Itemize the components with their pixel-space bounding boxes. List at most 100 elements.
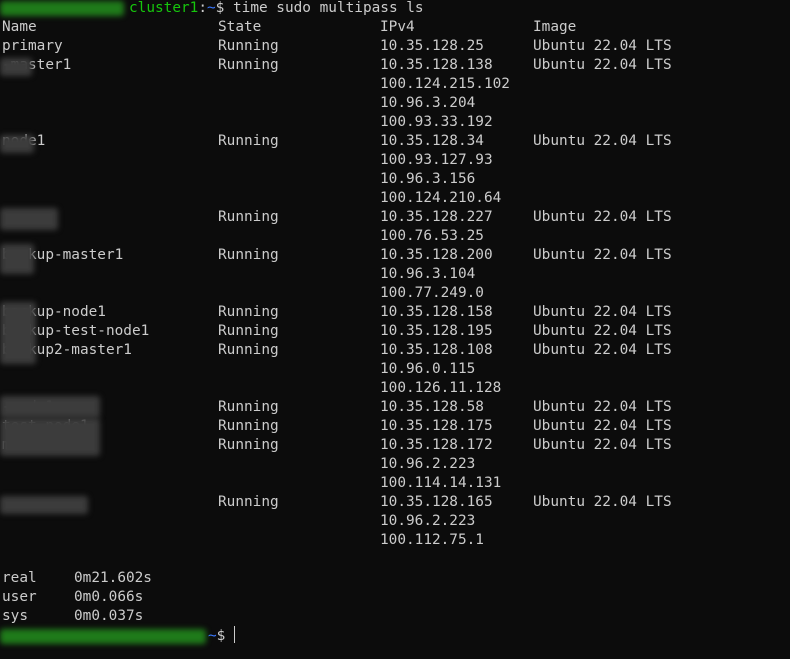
table-row: Running 10.35.128.227 Ubuntu 22.04 LTS [0,208,790,227]
instance-ipv4: 10.35.128.25 [380,38,484,54]
instance-ipv4: 10.35.128.195 [380,323,493,339]
prompt-host: cluster1 [129,0,199,16]
timing-label: user [2,589,37,605]
timing-value: 0m0.066s [74,589,144,605]
table-row: 100.112.75.1 [0,531,790,550]
instance-ipv4: 10.35.128.175 [380,418,493,434]
table-row: 10.96.0.115 [0,360,790,379]
prompt-separator: : [198,0,207,16]
table-row: backup-node1 Running 10.35.128.158 Ubuntu 2… [0,303,790,322]
instance-ipv4: 100.93.127.93 [380,152,493,168]
table-row: -master1 Running 10.35.128.138 Ubuntu 22.04… [0,56,790,75]
timing-value: 0m21.602s [74,570,152,586]
table-row: 10.96.2.223 [0,512,790,531]
instance-ipv4: 10.96.3.104 [380,266,476,282]
header-state: State [218,19,262,35]
instance-image: Ubuntu 22.04 LTS [533,494,672,510]
instance-state: Running [218,418,279,434]
redacted-name [0,302,36,364]
instance-state: Running [218,133,279,149]
timing-sys: sys 0m0.037s [0,607,790,626]
instance-state: Running [218,38,279,54]
table-row: 100.126.11.128 [0,379,790,398]
input-prompt-line[interactable]: ~$ [0,626,790,645]
instance-image: Ubuntu 22.04 LTS [533,437,672,453]
instance-image: Ubuntu 22.04 LTS [533,323,672,339]
instance-ipv4: 10.35.128.227 [380,209,493,225]
final-prompt: ~$ [208,626,235,646]
timing-value: 0m0.037s [74,608,144,624]
redacted-name [0,135,34,153]
instance-state: Running [218,323,279,339]
instance-image: Ubuntu 22.04 LTS [533,57,672,73]
instance-image: Ubuntu 22.04 LTS [533,209,672,225]
instance-ipv4: 100.112.75.1 [380,532,484,548]
final-prompt-path: ~ [208,628,217,644]
table-row: Running 10.35.128.165 Ubuntu 22.04 LTS [0,493,790,512]
instance-ipv4: 100.126.11.128 [380,380,502,396]
timing-label: real [2,570,37,586]
timing-real: real 0m21.602s [0,569,790,588]
instance-image: Ubuntu 22.04 LTS [533,399,672,415]
table-row: 10.96.3.204 [0,94,790,113]
instance-ipv4: 10.96.2.223 [380,513,476,529]
instance-state: Running [218,57,279,73]
instance-image: Ubuntu 22.04 LTS [533,38,672,54]
text-cursor[interactable] [234,626,235,643]
table-row: backup2-master1 Running 10.35.128.108 Ubunt… [0,341,790,360]
instance-ipv4: 10.96.0.115 [380,361,476,377]
table-row: backup-master1 Running 10.35.128.200 Ubuntu… [0,246,790,265]
table-row: 10.96.2.223 [0,455,790,474]
table-row: 100.124.215.102 [0,75,790,94]
instance-ipv4: 10.96.2.223 [380,456,476,472]
instance-ipv4: 100.124.210.64 [380,190,502,206]
redacted-name [0,208,58,230]
instance-ipv4: 10.35.128.172 [380,437,493,453]
table-row: 100.93.33.192 [0,113,790,132]
table-row: 100.93.127.93 [0,151,790,170]
terminal-window[interactable]: cluster1:~$ time sudo multipass ls Name … [0,0,790,659]
instance-ipv4: 10.96.3.156 [380,171,476,187]
table-row: primary Running 10.35.128.25 Ubuntu 22.04 L… [0,37,790,56]
instance-state: Running [218,304,279,320]
redacted-name [0,58,32,76]
instance-state: Running [218,399,279,415]
table-row: node1Running10.35.128.34Ubuntu 22.04 LTS [0,132,790,151]
table-header: Name State IPv4 Image [0,18,790,37]
instance-ipv4: 10.35.128.108 [380,342,493,358]
table-row: -node1Running10.35.128.58Ubuntu 22.04 LT… [0,398,790,417]
table-row: 100.124.210.64 [0,189,790,208]
instance-ipv4: 100.114.14.131 [380,475,502,491]
redacted-name [0,244,34,274]
instance-image: Ubuntu 22.04 LTS [533,342,672,358]
instance-image: Ubuntu 22.04 LTS [533,247,672,263]
instance-ipv4: 100.124.215.102 [380,76,510,92]
instance-ipv4: 10.35.128.165 [380,494,493,510]
instance-state: Running [218,494,279,510]
table-row: 100.77.249.0 [0,284,790,303]
redacted-username [0,1,124,16]
final-prompt-symbol: $ [216,628,234,644]
table-row: test-node1Running10.35.128.175Ubuntu 22.… [0,417,790,436]
table-row: 10.96.3.104 [0,265,790,284]
redacted-prompt [0,629,206,644]
timing-user: user 0m0.066s [0,588,790,607]
instance-image: Ubuntu 22.04 LTS [533,133,672,149]
instance-state: Running [218,247,279,263]
command-text: time sudo multipass ls [224,0,424,16]
header-image: Image [533,19,577,35]
instance-image: Ubuntu 22.04 LTS [533,304,672,320]
table-row: 100.76.53.25 [0,227,790,246]
instance-ipv4: 10.35.128.34 [380,133,484,149]
table-row: 100.114.14.131 [0,474,790,493]
table-row: 10.96.3.156 [0,170,790,189]
instance-name: primary [2,38,63,54]
command-line: cluster1:~$ time sudo multipass ls [0,0,790,18]
instance-ipv4: 10.35.128.200 [380,247,493,263]
prompt: cluster1:~$ time sudo multipass ls [129,0,424,18]
instance-state: Running [218,209,279,225]
instance-ipv4: 10.96.3.204 [380,95,476,111]
timing-label: sys [2,608,28,624]
instance-ipv4: 100.77.249.0 [380,285,484,301]
instance-ipv4: 10.35.128.158 [380,304,493,320]
